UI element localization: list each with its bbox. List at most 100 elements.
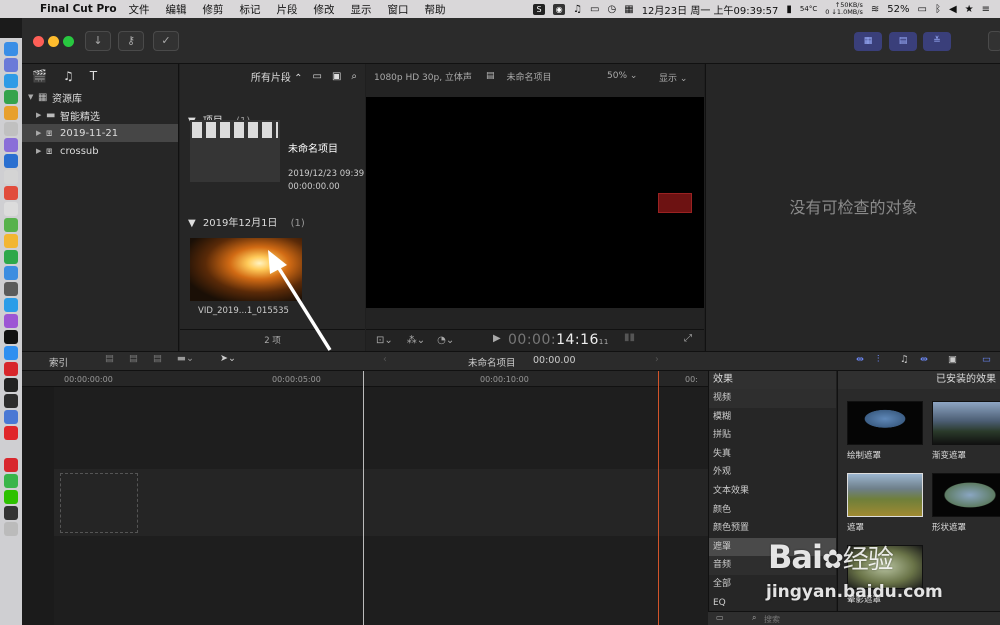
libraries-tab-icon[interactable]: 🎬: [32, 69, 47, 83]
library-item-event-crossub[interactable]: ▶ ⧆ crossub: [22, 142, 178, 160]
effects-category[interactable]: 模糊: [709, 408, 836, 427]
app-store-icon[interactable]: [4, 346, 18, 360]
app-icon-12[interactable]: [4, 218, 18, 232]
overwrite-menu-icon[interactable]: ▬⌄: [177, 353, 194, 364]
solo-icon[interactable]: ♫: [900, 354, 909, 365]
photos-audio-tab-icon[interactable]: ♫: [63, 69, 74, 83]
battery-icon[interactable]: ▭: [917, 4, 926, 15]
clip-appearance-icon[interactable]: ▣: [948, 354, 957, 365]
disclosure-closed-icon[interactable]: ▶: [36, 147, 46, 155]
app-icon-24[interactable]: [4, 410, 18, 424]
app-icon-18[interactable]: [4, 314, 18, 328]
app-icon-26[interactable]: [4, 442, 18, 456]
back-arrow-icon[interactable]: ‹: [383, 354, 387, 365]
snapping-icon[interactable]: ⇹: [920, 354, 928, 365]
effects-browser-icon[interactable]: ▭: [982, 354, 991, 365]
project-name[interactable]: 未命名项目: [288, 140, 338, 155]
app-icon-16[interactable]: [4, 282, 18, 296]
video-skimming-icon[interactable]: ⇹: [856, 354, 864, 365]
event-section-header[interactable]: ▼ 2019年12月1日 (1): [188, 214, 305, 229]
terminal-icon[interactable]: [4, 378, 18, 392]
app-icon-7[interactable]: [4, 138, 18, 152]
bookmark-icon[interactable]: ▮: [786, 4, 792, 15]
wechat-dock-icon[interactable]: [4, 490, 18, 504]
library-item-smart-collections[interactable]: ▶ ▬ 智能精选: [22, 106, 178, 124]
launchpad-icon[interactable]: [4, 58, 18, 72]
show-timeline-button[interactable]: ▤: [889, 32, 917, 51]
effects-search-input[interactable]: 搜索: [764, 614, 780, 625]
menu-item-window[interactable]: 窗口: [388, 2, 409, 17]
effects-category[interactable]: 外观: [709, 463, 836, 482]
menu-item-modify[interactable]: 修改: [314, 2, 335, 17]
append-edit-icon[interactable]: ▤: [153, 353, 162, 364]
safari-icon[interactable]: [4, 74, 18, 88]
app-icon-17[interactable]: [4, 298, 18, 312]
forward-arrow-icon[interactable]: ›: [655, 354, 659, 365]
index-button[interactable]: 索引: [49, 355, 68, 369]
effects-category[interactable]: 视频: [709, 389, 836, 408]
app-icon-21[interactable]: [4, 362, 18, 376]
menu-item-file[interactable]: 文件: [129, 2, 150, 17]
zoom-menu[interactable]: 50% ⌄: [607, 71, 637, 81]
filmstrip-icon[interactable]: ▣: [332, 71, 341, 82]
menu-item-clip[interactable]: 片段: [277, 2, 298, 17]
effect-tile[interactable]: 绘制遮罩: [847, 401, 925, 461]
datetime[interactable]: 12月23日 周一 上午09:39:57: [642, 2, 779, 17]
finder-icon[interactable]: [4, 42, 18, 56]
wifi-icon[interactable]: ≋: [871, 4, 879, 15]
minimize-button[interactable]: [48, 36, 59, 47]
volume-icon[interactable]: ◀: [949, 4, 957, 15]
zoom-button[interactable]: [63, 36, 74, 47]
calendar-icon[interactable]: ▦: [624, 4, 633, 15]
chrome-icon[interactable]: [4, 106, 18, 120]
audio-skimming-icon[interactable]: ⫶: [877, 354, 879, 365]
titles-generators-tab-icon[interactable]: T: [90, 69, 97, 83]
select-tool-icon[interactable]: ➤⌄: [220, 353, 236, 364]
clip-appearance-icon[interactable]: ▭: [312, 71, 321, 82]
music-icon[interactable]: ♫: [573, 4, 582, 15]
clock-icon[interactable]: ◷: [608, 4, 617, 15]
effects-category[interactable]: 拼贴: [709, 426, 836, 445]
bluetooth-icon[interactable]: ᛒ: [935, 4, 941, 15]
clip-name[interactable]: VID_2019...1_015535: [198, 306, 289, 316]
empty-storyline-placeholder[interactable]: [60, 473, 138, 533]
app-icon-4[interactable]: [4, 90, 18, 104]
app-icon-15[interactable]: [4, 266, 18, 280]
app-icon-13[interactable]: [4, 234, 18, 248]
search-icon[interactable]: ⌕: [351, 71, 357, 82]
import-button[interactable]: ↓: [85, 31, 111, 51]
effects-category[interactable]: 颜色: [709, 501, 836, 520]
app-icon-9[interactable]: [4, 170, 18, 184]
enhancements-menu-icon[interactable]: ⁂⌄: [407, 335, 425, 346]
effects-category[interactable]: 文本效果: [709, 482, 836, 501]
keywords-button[interactable]: ⚷: [118, 31, 144, 51]
primary-storyline[interactable]: [54, 469, 708, 536]
transform-menu-icon[interactable]: ⊡⌄: [376, 335, 393, 346]
trash-icon[interactable]: [4, 522, 18, 536]
list-icon[interactable]: ≡: [982, 4, 990, 15]
effect-tile[interactable]: 渐变遮罩: [932, 401, 1000, 461]
share-button[interactable]: [988, 31, 1000, 51]
menu-item-view[interactable]: 显示: [351, 2, 372, 17]
netease-icon[interactable]: [4, 458, 18, 472]
app-icon-11[interactable]: [4, 202, 18, 216]
fullscreen-icon[interactable]: ⤢: [684, 333, 692, 344]
show-inspector-button[interactable]: ≚: [923, 32, 951, 51]
timeline-ruler[interactable]: 00:00:00:00 00:00:05:00 00:00:10:00 00:: [22, 371, 708, 387]
retime-menu-icon[interactable]: ◔⌄: [437, 335, 454, 346]
insert-edit-icon[interactable]: ▤: [129, 353, 138, 364]
menu-app-name[interactable]: Final Cut Pro: [40, 3, 117, 15]
viewer-canvas[interactable]: [366, 97, 704, 308]
effect-tile[interactable]: 形状遮罩: [932, 473, 1000, 533]
s-app-icon[interactable]: S: [533, 3, 546, 15]
wechat-icon[interactable]: ◉: [553, 3, 566, 15]
sidebar-toggle-icon[interactable]: ▭: [716, 613, 724, 622]
library-item-event-2019-11-21[interactable]: ▶ ⧆ 2019-11-21: [22, 124, 178, 142]
play-icon[interactable]: ▶: [493, 333, 501, 344]
display-menu[interactable]: 显示 ⌄: [659, 71, 687, 84]
disclosure-closed-icon[interactable]: ▶: [36, 129, 46, 137]
disclosure-open-icon[interactable]: ▼: [28, 93, 38, 101]
timeline[interactable]: 00:00:00:00 00:00:05:00 00:00:10:00 00:: [22, 371, 708, 625]
menu-item-edit[interactable]: 编辑: [166, 2, 187, 17]
disclosure-closed-icon[interactable]: ▶: [36, 111, 46, 119]
